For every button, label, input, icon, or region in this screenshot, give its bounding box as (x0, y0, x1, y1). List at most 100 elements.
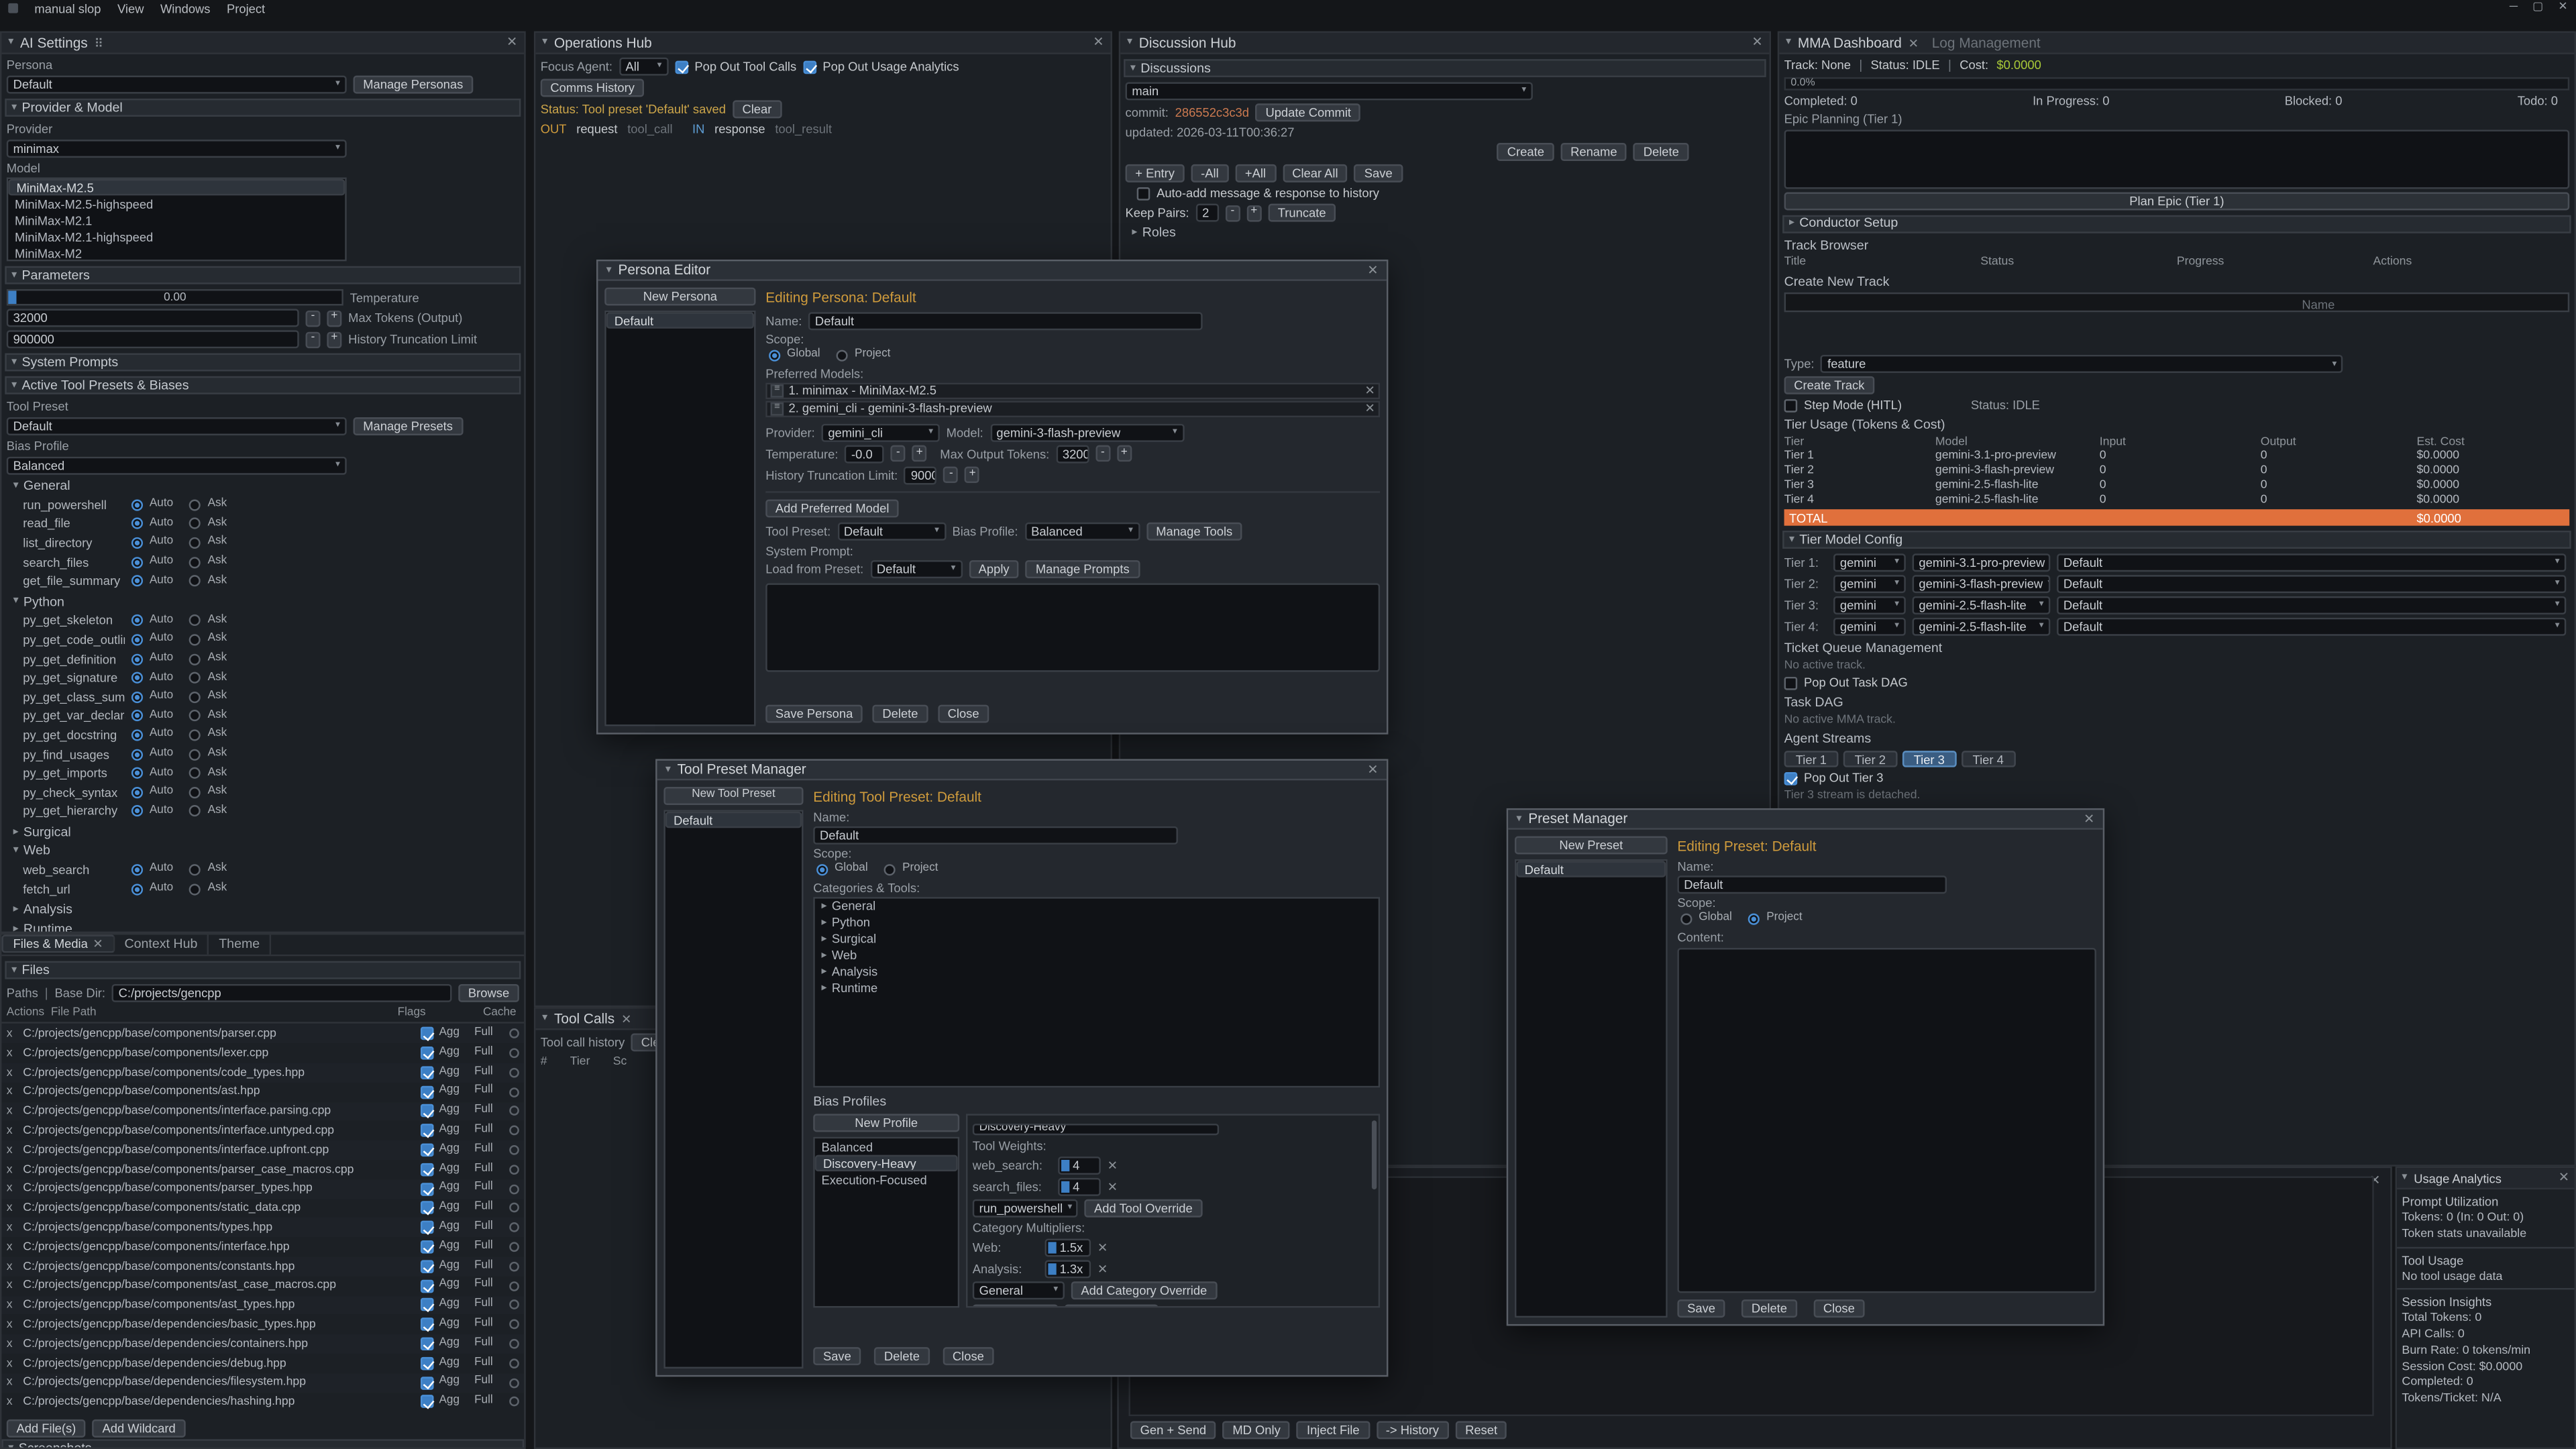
remove-file-button[interactable]: x (7, 1318, 23, 1332)
agg-checkbox[interactable] (421, 1163, 435, 1177)
remove-file-button[interactable]: x (7, 1376, 23, 1390)
keep-pairs-decrement[interactable]: - (1225, 205, 1240, 221)
full-flag[interactable]: Full (474, 1201, 493, 1216)
entry-action-button[interactable]: Save (1354, 164, 1402, 182)
delete-button[interactable]: Delete (874, 1347, 930, 1365)
analysis-group-header[interactable]: ▸Analysis (13, 902, 521, 918)
collapse-icon[interactable]: ▾ (665, 763, 671, 776)
tool-ask-radio[interactable] (190, 537, 201, 549)
model-list-item[interactable]: MiniMax-M2 (8, 245, 345, 261)
category-row[interactable]: ▸General (815, 898, 1379, 914)
close-dialog-icon[interactable]: ✕ (2084, 811, 2094, 826)
max-output-decrement[interactable]: - (1095, 445, 1110, 462)
bias-profile-list-item[interactable]: Discovery-Heavy (815, 1155, 958, 1171)
agg-checkbox[interactable] (421, 1046, 435, 1060)
multiplier-input[interactable]: 1.5x (1045, 1238, 1091, 1256)
entry-action-button[interactable]: Clear All (1283, 164, 1348, 182)
full-flag[interactable]: Full (474, 1376, 493, 1390)
profile-name-input[interactable]: Discovery-Heavy (973, 1124, 1219, 1135)
tool-ask-radio[interactable] (190, 576, 201, 587)
tool-auto-radio[interactable] (131, 806, 143, 817)
python-group-header[interactable]: ▾Python (13, 594, 521, 609)
drag-handle-icon[interactable]: ≡ (771, 402, 784, 415)
full-flag[interactable]: Full (474, 1221, 493, 1235)
remove-file-button[interactable]: x (7, 1298, 23, 1312)
scope-project-radio[interactable] (837, 350, 848, 361)
system-prompts-section[interactable]: ▾System Prompts (5, 354, 521, 372)
agg-checkbox[interactable] (421, 1240, 435, 1254)
category-row[interactable]: ▸Web (815, 947, 1379, 963)
tool-auto-radio[interactable] (131, 615, 143, 627)
agg-checkbox[interactable] (421, 1201, 435, 1215)
remove-file-button[interactable]: x (7, 1104, 23, 1118)
epic-planning-textarea[interactable] (1784, 129, 2570, 188)
tool-auto-radio[interactable] (131, 672, 143, 684)
tool-ask-radio[interactable] (190, 883, 201, 895)
composer-action-button[interactable]: MD Only (1223, 1421, 1291, 1439)
comms-history-button[interactable]: Comms History (541, 79, 645, 97)
tab-context-hub[interactable]: Context Hub (115, 934, 209, 954)
tool-ask-radio[interactable] (190, 767, 201, 779)
category-row[interactable]: ▸Analysis (815, 964, 1379, 980)
remove-file-button[interactable]: x (7, 1182, 23, 1196)
entry-action-button[interactable]: -All (1191, 164, 1228, 182)
remove-model-icon[interactable]: ✕ (1364, 401, 1375, 416)
new-persona-button[interactable]: New Persona (604, 288, 755, 306)
add-category-override-button[interactable]: Add Category Override (1071, 1281, 1217, 1299)
scope-project-radio[interactable] (884, 864, 896, 875)
add-preferred-model-button[interactable]: Add Preferred Model (765, 498, 899, 517)
close-dialog-button[interactable]: Close (943, 1347, 994, 1365)
menu-project[interactable]: Project (227, 1, 265, 15)
close-dialog-icon[interactable]: ✕ (1367, 262, 1378, 278)
scope-global-radio[interactable] (1680, 913, 1692, 924)
temperature-decrement[interactable]: - (891, 445, 906, 462)
remove-file-button[interactable]: x (7, 1356, 23, 1371)
tool-ask-radio[interactable] (190, 749, 201, 760)
persona-list-item[interactable]: Default (606, 312, 754, 328)
tab-mma-dashboard[interactable]: MMA Dashboard (1798, 34, 1902, 51)
remove-multiplier-icon[interactable]: ✕ (1097, 1261, 1108, 1276)
tool-ask-radio[interactable] (190, 787, 201, 798)
history-limit-decrement[interactable]: - (306, 331, 321, 347)
temperature-slider[interactable]: 0.00 (7, 289, 343, 305)
agg-checkbox[interactable] (421, 1144, 435, 1157)
web-group-header[interactable]: ▾Web (13, 843, 521, 859)
preset-list-item[interactable]: Default (1516, 861, 1666, 877)
weight-input[interactable]: 4 (1058, 1178, 1101, 1196)
manage-presets-button[interactable]: Manage Presets (354, 417, 463, 435)
remove-file-button[interactable]: x (7, 1163, 23, 1177)
remove-model-icon[interactable]: ✕ (1364, 383, 1375, 398)
tool-ask-radio[interactable] (190, 634, 201, 645)
manage-prompts-button[interactable]: Manage Prompts (1026, 559, 1139, 578)
tool-auto-radio[interactable] (131, 653, 143, 665)
add-wildcard-button[interactable]: Add Wildcard (93, 1419, 186, 1438)
full-flag[interactable]: Full (474, 1279, 493, 1293)
save-button[interactable]: Save (813, 1347, 861, 1365)
entry-action-button[interactable]: + Entry (1126, 164, 1185, 182)
remove-file-button[interactable]: x (7, 1337, 23, 1351)
tier-model-select[interactable]: gemini-2.5-flash-lite▾ (1913, 618, 2051, 636)
collapse-icon[interactable]: ▾ (606, 264, 612, 276)
update-commit-button[interactable]: Update Commit (1256, 103, 1361, 121)
history-limit-increment[interactable]: + (965, 467, 980, 483)
stream-tab[interactable]: Tier 2 (1843, 751, 1898, 767)
new-preset-button[interactable]: New Preset (1515, 837, 1668, 855)
tool-auto-radio[interactable] (131, 634, 143, 645)
remove-file-button[interactable]: x (7, 1143, 23, 1157)
close-tab-icon[interactable]: ✕ (1909, 36, 1919, 50)
pop-out-dag-checkbox[interactable] (1784, 676, 1798, 690)
entry-action-button[interactable]: +All (1235, 164, 1276, 182)
focus-agent-select[interactable]: All▾ (619, 58, 668, 76)
tool-auto-radio[interactable] (131, 865, 143, 876)
agg-checkbox[interactable] (421, 1338, 435, 1351)
tool-auto-radio[interactable] (131, 692, 143, 703)
stream-tab[interactable]: Tier 4 (1961, 751, 2015, 767)
tool-preset-select[interactable]: Default▾ (837, 522, 946, 540)
save-persona-button[interactable]: Save Persona (765, 705, 863, 723)
base-dir-input[interactable]: C:/projects/gencpp (112, 984, 452, 1002)
bias-profile-select[interactable]: Balanced▾ (7, 457, 347, 475)
agg-checkbox[interactable] (421, 1299, 435, 1312)
manage-tools-button[interactable]: Manage Tools (1146, 522, 1242, 540)
remove-file-button[interactable]: x (7, 1065, 23, 1079)
tool-ask-radio[interactable] (190, 865, 201, 876)
